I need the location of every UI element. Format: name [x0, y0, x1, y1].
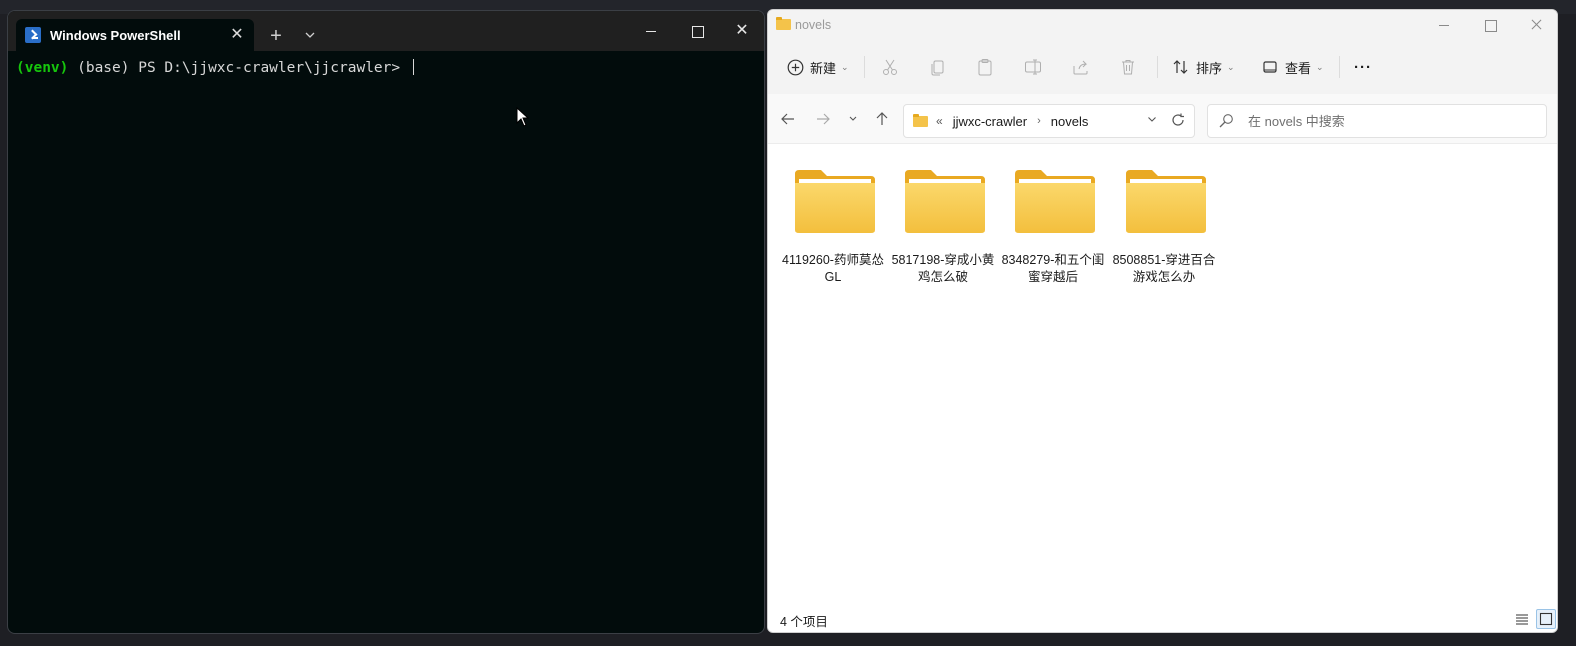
view-icon — [1261, 58, 1279, 76]
overflow-chevrons-icon[interactable]: « — [936, 114, 943, 128]
recent-locations-button[interactable] — [844, 111, 862, 129]
search-icon — [1218, 113, 1234, 129]
sort-icon — [1172, 58, 1190, 76]
arrow-left-icon — [781, 113, 794, 125]
chevron-down-icon — [1148, 117, 1156, 122]
new-button[interactable]: 新建 ⌄ — [786, 54, 849, 80]
breadcrumb-separator[interactable]: › — [1037, 115, 1041, 127]
file-list-view[interactable]: 4119260-药师莫怂GL 5817198-穿成小黄鸡怎么破 8348279-… — [768, 144, 1557, 604]
window-title: novels — [795, 18, 832, 32]
explorer-titlebar[interactable]: novels — [768, 10, 1557, 40]
toolbar-divider — [864, 56, 865, 78]
powershell-icon — [25, 27, 41, 43]
navigation-bar: « jjwxc-crawler › novels — [768, 94, 1557, 144]
folder-name: 4119260-药师莫怂GL — [782, 253, 884, 284]
cut-button[interactable] — [881, 54, 899, 80]
search-input[interactable] — [1248, 113, 1528, 129]
mouse-pointer-icon — [516, 107, 530, 127]
delete-button[interactable] — [1119, 54, 1137, 80]
folder-item[interactable]: 4119260-药师莫怂GL — [782, 168, 884, 298]
terminal-tab[interactable]: Windows PowerShell ✕ — [16, 19, 254, 51]
terminal-titlebar[interactable]: Windows PowerShell ✕ + ✕ — [8, 11, 764, 51]
folder-icon — [913, 113, 928, 127]
address-bar[interactable]: « jjwxc-crawler › novels — [903, 104, 1195, 138]
folder-item[interactable]: 5817198-穿成小黄鸡怎么破 — [892, 168, 994, 298]
chevron-down-icon: ⌄ — [1316, 61, 1324, 72]
details-view-button[interactable] — [1512, 609, 1532, 629]
new-tab-button[interactable]: + — [266, 26, 286, 47]
maximize-button[interactable] — [1467, 14, 1513, 36]
file-explorer-window[interactable]: novels 新建 ⌄ 排序 ⌄ 查看 ⌄ ··· « jjwxc-crawle… — [767, 9, 1558, 633]
scissors-icon — [881, 58, 899, 76]
item-count: 4 个项目 — [780, 615, 828, 629]
copy-icon — [929, 58, 947, 76]
details-view-icon — [1516, 614, 1528, 625]
chevron-down-icon — [849, 116, 857, 121]
more-icon: ··· — [1354, 58, 1372, 76]
breadcrumb-segment[interactable]: jjwxc-crawler — [953, 114, 1027, 129]
chevron-down-icon: ⌄ — [841, 61, 849, 72]
prompt-path: (base) PS D:\jjwxc-crawler\jjcrawler> — [68, 60, 409, 76]
more-options-button[interactable]: ··· — [1354, 54, 1372, 80]
chevron-down-icon: ⌄ — [1227, 61, 1235, 72]
maximize-button[interactable] — [674, 19, 720, 43]
minimize-button[interactable] — [1421, 14, 1467, 36]
toolbar-divider — [1157, 56, 1158, 78]
folder-name: 8348279-和五个闺蜜穿越后 — [1001, 253, 1105, 284]
powershell-window[interactable]: Windows PowerShell ✕ + ✕ (venv) (base) P… — [7, 10, 765, 634]
refresh-button[interactable] — [1170, 112, 1186, 128]
search-box[interactable] — [1207, 104, 1547, 138]
folder-icon — [776, 17, 791, 30]
folder-item[interactable]: 8348279-和五个闺蜜穿越后 — [1002, 168, 1104, 298]
folder-icon — [795, 170, 875, 233]
new-button-label: 新建 — [810, 60, 837, 76]
copy-button[interactable] — [929, 54, 947, 80]
chevron-down-icon — [305, 32, 315, 38]
sort-button[interactable]: 排序 ⌄ — [1172, 54, 1235, 80]
rename-button[interactable] — [1024, 54, 1042, 80]
arrow-right-icon — [817, 113, 830, 125]
folder-name: 5817198-穿成小黄鸡怎么破 — [891, 253, 995, 284]
status-bar: 4 个项目 — [768, 606, 1557, 632]
terminal-output[interactable]: (venv) (base) PS D:\jjwxc-crawler\jjcraw… — [16, 59, 756, 76]
tab-dropdown-button[interactable] — [300, 27, 320, 47]
view-button[interactable]: 查看 ⌄ — [1261, 54, 1324, 80]
clipboard-icon — [976, 58, 994, 76]
tab-close-icon[interactable]: ✕ — [226, 24, 248, 46]
refresh-icon — [1172, 113, 1184, 126]
view-button-label: 查看 — [1285, 60, 1312, 76]
large-icons-view-icon — [1539, 612, 1553, 626]
close-button[interactable] — [1513, 14, 1557, 36]
folder-icon — [1015, 170, 1095, 233]
share-button[interactable] — [1072, 54, 1090, 80]
large-icons-view-button[interactable] — [1536, 609, 1556, 629]
address-dropdown-button[interactable] — [1146, 113, 1158, 128]
minimize-button[interactable] — [628, 19, 674, 43]
paste-button[interactable] — [976, 54, 994, 80]
folder-icon — [905, 170, 985, 233]
rename-icon — [1024, 58, 1042, 76]
sort-button-label: 排序 — [1196, 60, 1223, 76]
folder-name: 8508851-穿进百合游戏怎么办 — [1112, 253, 1216, 284]
up-button[interactable] — [873, 111, 891, 129]
breadcrumb-segment[interactable]: novels — [1051, 114, 1089, 129]
trash-icon — [1119, 58, 1137, 76]
toolbar-divider — [1339, 56, 1340, 78]
folder-item[interactable]: 8508851-穿进百合游戏怎么办 — [1113, 168, 1215, 298]
plus-circle-icon — [786, 58, 804, 76]
back-button[interactable] — [779, 111, 797, 129]
folder-icon — [1126, 170, 1206, 233]
share-icon — [1072, 58, 1090, 76]
command-bar: 新建 ⌄ 排序 ⌄ 查看 ⌄ ··· — [768, 40, 1557, 94]
text-cursor — [412, 59, 414, 75]
forward-button[interactable] — [814, 111, 832, 129]
prompt-venv: (venv) — [16, 60, 69, 76]
close-button[interactable]: ✕ — [719, 19, 764, 43]
terminal-tab-title: Windows PowerShell — [50, 27, 181, 43]
arrow-up-icon — [876, 112, 888, 125]
